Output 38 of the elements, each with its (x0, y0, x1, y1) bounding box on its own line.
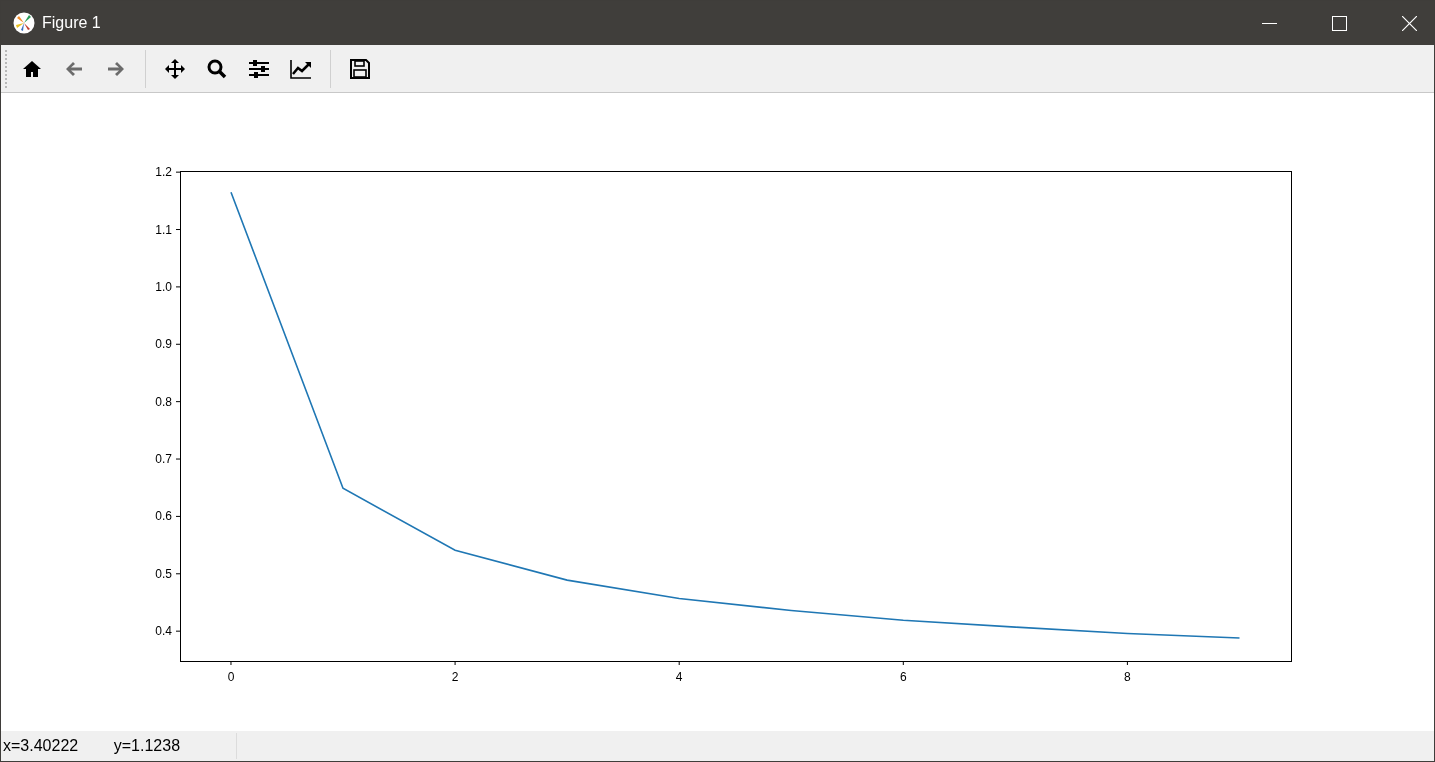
x-tick-label: 2 (451, 670, 459, 684)
search-icon (206, 57, 228, 80)
window-title: Figure 1 (42, 13, 101, 33)
y-tick-label: 0.7 (155, 452, 172, 467)
x-tick-label: 4 (675, 670, 683, 684)
x-tick-label: 8 (1124, 670, 1131, 684)
app-logo-icon (13, 12, 35, 34)
line-chart-icon (290, 57, 312, 80)
y-tick-mark (175, 343, 181, 345)
y-tick-label: 0.8 (155, 394, 172, 409)
x-tick-mark (230, 660, 232, 666)
y-tick-mark (175, 515, 181, 517)
y-tick-label: 0.4 (155, 624, 172, 639)
y-tick-mark (175, 229, 181, 230)
minimize-icon (1261, 22, 1277, 24)
y-tick-mark (175, 573, 181, 575)
four-way-arrow-icon (164, 57, 186, 80)
sliders-icon (248, 57, 270, 80)
y-tick-label: 0.9 (155, 337, 172, 352)
maximize-icon (1331, 15, 1347, 31)
close-icon (1401, 15, 1417, 31)
y-tick-label: 1.1 (155, 222, 172, 237)
y-tick-mark (175, 401, 181, 403)
x-tick-mark (1126, 660, 1128, 666)
y-tick-label: 1.0 (155, 279, 172, 294)
y-tick-mark (175, 286, 181, 288)
y-tick-label: 0.6 (155, 509, 172, 524)
y-tick-mark (175, 458, 181, 460)
x-tick-label: 6 (899, 670, 907, 684)
y-tick-label: 1.2 (155, 165, 172, 180)
x-tick-mark (678, 660, 680, 666)
y-tick-mark (175, 630, 181, 632)
y-tick-mark (175, 171, 181, 173)
x-tick-mark (902, 660, 904, 666)
x-tick-mark (454, 660, 456, 666)
cursor-coordinates: x=3.40222 y=1.1238 (1, 733, 237, 759)
y-tick-label: 0.5 (155, 566, 172, 581)
x-tick-label: 0 (227, 670, 235, 684)
